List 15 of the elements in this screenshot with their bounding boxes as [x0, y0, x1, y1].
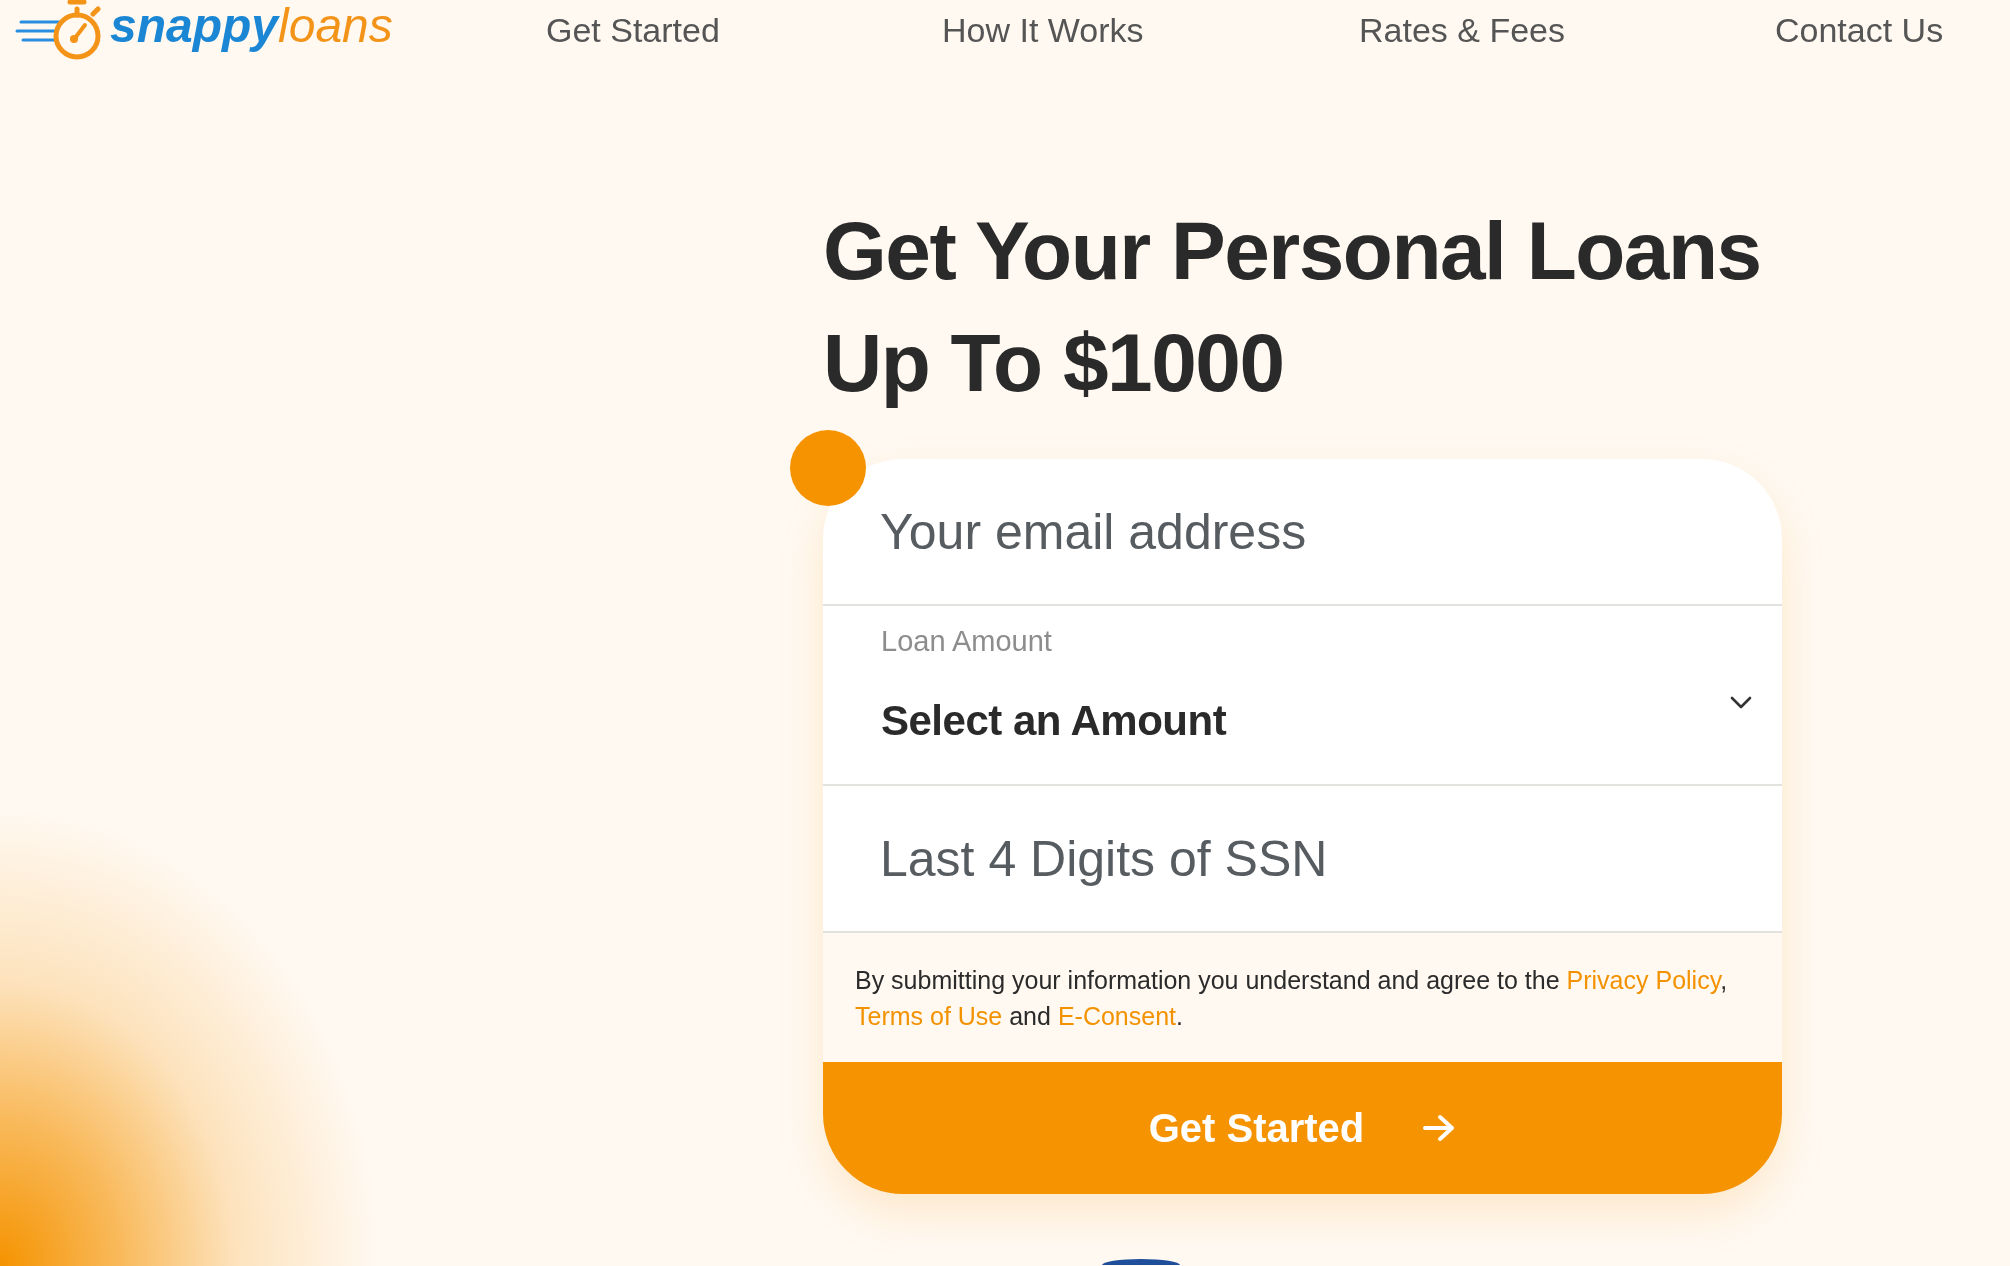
page-title: Get Your Personal Loans Up To $1000	[823, 204, 1762, 410]
nav-link[interactable]: How It Works	[942, 10, 1144, 50]
chevron-down-icon	[1730, 696, 1752, 709]
input-field[interactable]: Your email address	[823, 459, 1782, 606]
nav-link[interactable]: Rates & Fees	[1359, 10, 1565, 50]
nav-link[interactable]: Contact Us	[1775, 10, 1944, 50]
input-field[interactable]: Last 4 Digits of SSN	[823, 786, 1782, 933]
consent-text: By submitting your information you understand and agree to the Privacy Policy, Terms of Use and E-Consent.	[855, 965, 1729, 1032]
amount-dropdown[interactable]: Select an Amount	[823, 657, 1782, 784]
nav-link[interactable]: Get Started	[546, 10, 720, 50]
field-label: Loan Amount	[881, 625, 1052, 657]
stopwatch-icon	[15, 0, 101, 60]
emblem-icon	[1102, 1259, 1180, 1265]
arrow-right-icon	[1422, 1114, 1457, 1142]
logo-text: snappyloans	[110, 0, 393, 54]
